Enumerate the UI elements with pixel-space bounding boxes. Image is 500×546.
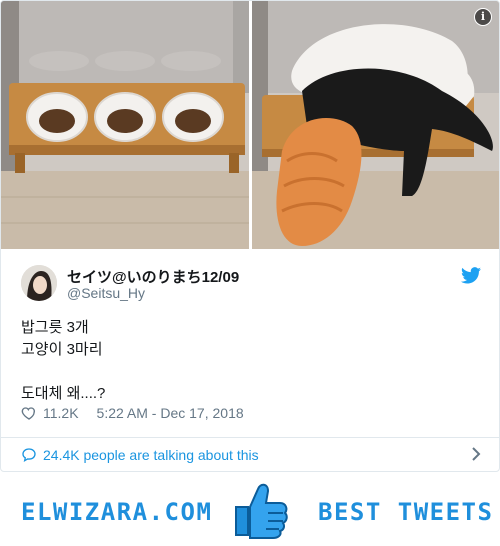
tweet-card: i セイツ@いのりまち12/09 @Seitsu_Hy 밥그릇 3개 고양이 3…	[0, 0, 500, 472]
twitter-bird-icon[interactable]	[461, 267, 481, 284]
tweet-text: 밥그릇 3개 고양이 3마리 도대체 왜....?	[21, 319, 106, 402]
heart-icon[interactable]	[21, 405, 37, 421]
site-name[interactable]: ELWIZARA.COM	[21, 498, 212, 526]
speech-bubble-icon	[22, 448, 36, 463]
footer-banner: ELWIZARA.COM BEST TWEETS	[0, 477, 500, 546]
display-name[interactable]: セイツ@いのりまち12/09	[67, 266, 239, 287]
conversation-link[interactable]: 24.4K people are talking about this	[21, 445, 481, 465]
divider	[1, 437, 499, 438]
like-count[interactable]: 11.2K	[43, 405, 79, 421]
tweet-photos[interactable]: i	[1, 1, 499, 249]
best-tweets-label: BEST TWEETS	[318, 498, 494, 526]
tweet-header: セイツ@いのりまち12/09 @Seitsu_Hy	[21, 265, 481, 305]
info-icon[interactable]: i	[474, 8, 492, 26]
photo-cats-eating[interactable]	[252, 1, 499, 249]
user-handle[interactable]: @Seitsu_Hy	[67, 285, 145, 301]
thumbs-up-icon	[235, 483, 288, 539]
tweet-timestamp[interactable]: 5:22 AM - Dec 17, 2018	[97, 405, 244, 421]
talking-label: 24.4K people are talking about this	[43, 447, 259, 463]
tweet-meta: 11.2K 5:22 AM - Dec 17, 2018	[21, 405, 244, 421]
chevron-right-icon	[472, 447, 481, 461]
avatar[interactable]	[21, 265, 57, 301]
photo-food-bowls[interactable]	[1, 1, 249, 249]
